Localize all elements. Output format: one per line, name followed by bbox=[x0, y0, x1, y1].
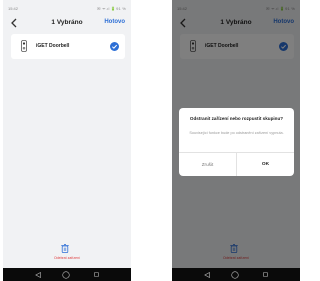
phone-screen-left: 15:42 ✉ ᯤ.ıl 🔋91 % 1 Vybráno Hotovo iGET… bbox=[3, 0, 131, 281]
trash-icon bbox=[61, 244, 69, 253]
nav-recent-icon[interactable] bbox=[263, 272, 268, 277]
delete-label: Odebrat zařízení bbox=[53, 256, 81, 260]
status-time: 15:42 bbox=[8, 6, 19, 11]
nav-recent-icon[interactable] bbox=[94, 272, 99, 277]
device-list-item[interactable]: iGET Doorbell bbox=[11, 34, 125, 59]
done-button[interactable]: Hotovo bbox=[104, 19, 125, 25]
cancel-button[interactable]: Zrušit bbox=[179, 153, 236, 176]
status-bar: 15:42 ✉ ᯤ.ıl 🔋91 % bbox=[3, 5, 131, 13]
dialog-message: Související funkce bude po odstranění za… bbox=[189, 131, 284, 135]
nav-back-icon[interactable] bbox=[35, 272, 41, 278]
ok-button[interactable]: OK bbox=[237, 153, 294, 176]
phone-screen-right: 15:42 ✉ ᯤ.ıl 🔋91 % 1 Vybráno Hotovo iGET… bbox=[172, 0, 300, 281]
confirm-dialog: Odstranit zařízení nebo rozpustit skupin… bbox=[179, 108, 294, 176]
dialog-title: Odstranit zařízení nebo rozpustit skupin… bbox=[189, 116, 284, 121]
nav-back-icon[interactable] bbox=[204, 272, 210, 278]
status-icons: ✉ ᯤ.ıl 🔋91 % bbox=[97, 6, 126, 11]
top-bar: 1 Vybráno Hotovo bbox=[3, 16, 131, 30]
system-nav-bar bbox=[3, 268, 131, 281]
delete-device-button[interactable]: Odebrat zařízení bbox=[3, 244, 131, 264]
system-nav-bar bbox=[172, 268, 300, 281]
doorbell-icon bbox=[21, 40, 27, 52]
device-name: iGET Doorbell bbox=[36, 43, 70, 49]
nav-home-icon[interactable] bbox=[62, 271, 70, 279]
check-circle-icon[interactable] bbox=[110, 42, 119, 51]
nav-home-icon[interactable] bbox=[231, 271, 239, 279]
